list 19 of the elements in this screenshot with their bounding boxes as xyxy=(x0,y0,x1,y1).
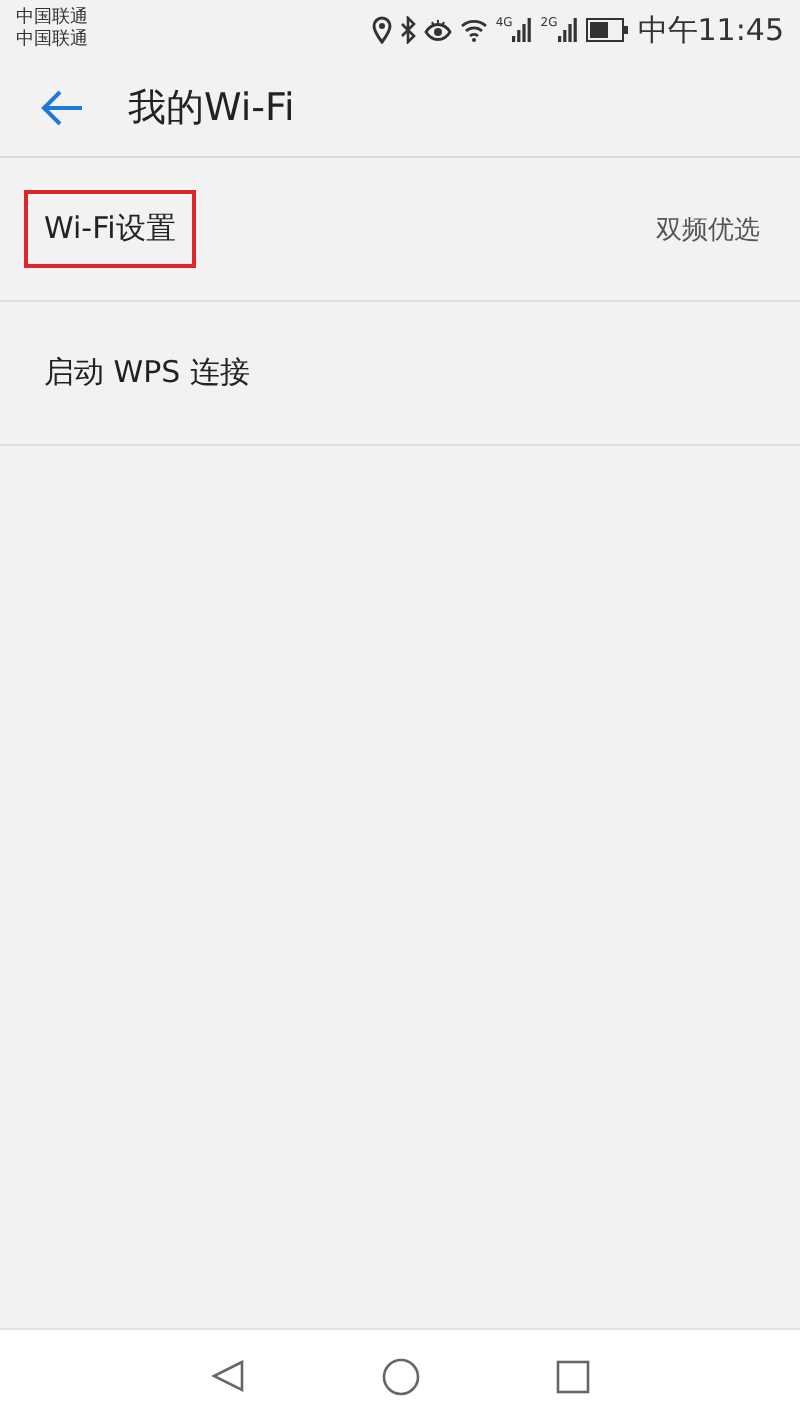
home-button[interactable] xyxy=(382,1357,420,1395)
wifi-icon xyxy=(459,18,488,42)
bluetooth-icon xyxy=(399,16,416,44)
page-title: 我的Wi-Fi xyxy=(128,84,295,134)
settings-row[interactable]: 启动 WPS 连接 xyxy=(0,302,800,446)
recents-button[interactable] xyxy=(556,1359,590,1393)
clock-time: 中午11:45 xyxy=(637,11,784,49)
battery-icon xyxy=(585,18,630,42)
signal-icon xyxy=(512,18,533,42)
location-icon xyxy=(371,16,392,44)
eye-icon xyxy=(423,18,452,42)
carrier-name: 中国联通 xyxy=(16,8,88,29)
setting-label: Wi-Fi设置 xyxy=(24,190,196,268)
back-nav-button[interactable] xyxy=(210,1358,246,1394)
signal-icon xyxy=(557,18,578,42)
carrier-name: 中国联通 xyxy=(16,30,88,52)
settings-row[interactable]: Wi-Fi设置 双频优选 xyxy=(0,158,800,302)
setting-value: 双频优选 xyxy=(656,213,760,247)
setting-label: 启动 WPS 连接 xyxy=(42,352,252,394)
